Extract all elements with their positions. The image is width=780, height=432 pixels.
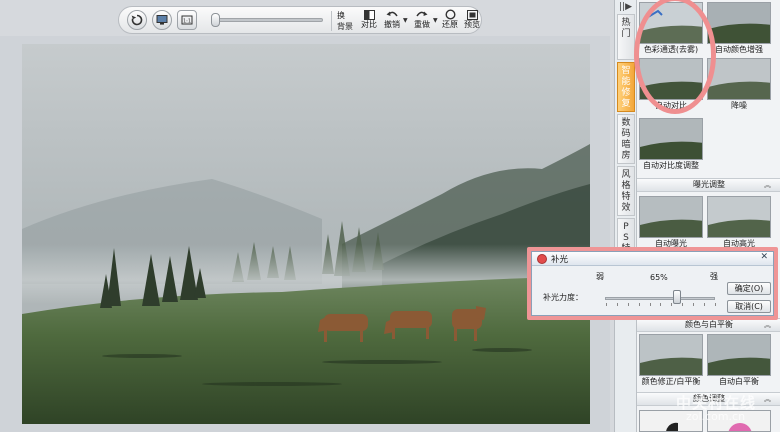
swap-background-button[interactable]: 换 背景 [335, 9, 355, 33]
top-toolbar: 1:1 换 背景 对比 撤销 ▼ 重做 ▼ 还原 预览 [118, 6, 482, 34]
svg-text:1:1: 1:1 [183, 18, 191, 24]
monitor-button[interactable] [152, 10, 172, 30]
redo-icon [416, 9, 428, 20]
slider-min-label: 弱 [596, 272, 604, 281]
zoom-slider-knob[interactable] [211, 13, 220, 27]
effect-thumbnail [639, 196, 703, 238]
tab-digital-darkroom[interactable]: 数 码 暗 房 [617, 114, 635, 164]
tab-popular[interactable]: 热 门 [617, 14, 635, 60]
effect-thumbnail [707, 196, 771, 238]
actual-size-icon: 1:1 [181, 15, 193, 25]
fill-light-dialog: 补光 ✕ 弱 65% 强 补光力度： 确定(O) 取消(C) [531, 251, 774, 316]
effect-denoise[interactable]: 降噪 [707, 58, 771, 112]
monitor-icon [156, 15, 168, 25]
tab-popular-label: 热 门 [621, 18, 631, 39]
restore-label: 还原 [442, 20, 458, 29]
redo-dropdown-icon[interactable]: ▼ [433, 17, 438, 24]
fill-strength-label: 补光力度： [543, 293, 583, 302]
swap-background-label: 换 背景 [337, 11, 353, 31]
effect-thumbnail [707, 58, 771, 100]
effect-thumbnail [707, 2, 771, 44]
effect-caption: 自动对比度调整 [643, 161, 699, 170]
section-exposure-title: 曝光调整 [693, 180, 725, 189]
collapse-chevron-icon[interactable]: ︽ [764, 393, 771, 405]
effect-caption: 自动颜色增强 [715, 45, 763, 54]
undo-dropdown-icon[interactable]: ▼ [403, 17, 408, 24]
dialog-title: 补光 [551, 255, 569, 265]
effect-auto-contrast-adjust[interactable]: 自动对比度调整 [639, 118, 703, 172]
fill-strength-slider-track[interactable] [605, 297, 715, 300]
undo-icon [386, 9, 398, 20]
collapse-chevron-icon[interactable]: ︽ [764, 319, 771, 331]
actual-size-button[interactable]: 1:1 [177, 10, 197, 30]
effect-auto-white-balance[interactable]: 自动白平衡 [707, 334, 771, 388]
slider-ticks [606, 303, 716, 306]
app-logo-icon [537, 254, 547, 264]
tab-smart-repair[interactable]: 智 能 修 复 [617, 62, 635, 112]
effect-auto-exposure[interactable]: 自动曝光 [639, 196, 703, 250]
undo-button[interactable]: 撤销 [381, 9, 403, 33]
effect-auto-highlight[interactable]: 自动高光 [707, 196, 771, 250]
watermark-url: zol.com.cn [686, 410, 746, 423]
compare-icon [363, 9, 375, 20]
redo-button[interactable]: 重做 [411, 9, 433, 33]
ok-button[interactable]: 确定(O) [727, 282, 771, 295]
effect-caption: 自动白平衡 [719, 377, 759, 386]
preview-button[interactable]: 预览 [462, 9, 482, 33]
slider-value-readout: 65% [650, 273, 668, 282]
close-icon[interactable]: ✕ [760, 252, 768, 262]
compare-label: 对比 [361, 20, 377, 29]
effect-caption: 颜色修正/白平衡 [641, 377, 701, 386]
effect-thumbnail [639, 118, 703, 160]
effect-color-correct-white-balance[interactable]: 颜色修正/白平衡 [639, 334, 703, 388]
restore-icon [444, 9, 456, 20]
photo-foggy-pasture[interactable] [22, 44, 590, 424]
undo-label: 撤销 [384, 20, 400, 29]
effect-auto-color-enhance[interactable]: 自动颜色增强 [707, 2, 771, 56]
collapse-chevron-icon[interactable]: ︽ [764, 179, 771, 191]
dialog-titlebar[interactable]: 补光 ✕ [532, 252, 773, 266]
cancel-button[interactable]: 取消(C) [727, 300, 771, 313]
toolbar-separator [331, 11, 332, 31]
rotate-icon [131, 14, 143, 26]
tab-smart-repair-label: 智 能 修 复 [621, 66, 631, 109]
restore-button[interactable]: 还原 [440, 9, 460, 33]
fill-strength-slider-thumb[interactable] [672, 290, 681, 304]
compare-button[interactable]: 对比 [359, 9, 379, 33]
rotate-button[interactable] [127, 10, 147, 30]
tab-style-effects-label: 风 格 特 效 [621, 170, 631, 213]
section-color-white-balance-title: 颜色与白平衡 [685, 320, 733, 329]
redo-label: 重做 [414, 20, 430, 29]
slider-max-label: 强 [710, 272, 718, 281]
tab-style-effects[interactable]: 风 格 特 效 [617, 166, 635, 216]
canvas-area [0, 36, 610, 432]
preview-label: 预览 [464, 20, 480, 29]
highlight-oval-annotation [634, 0, 716, 114]
tab-digital-darkroom-label: 数 码 暗 房 [621, 118, 631, 161]
effect-thumbnail [707, 334, 771, 376]
preview-icon [466, 9, 478, 20]
effect-thumbnail [639, 334, 703, 376]
category-tabs: ||▶ 热 门 智 能 修 复 数 码 暗 房 风 格 特 效 P S 特 效 [614, 0, 636, 432]
collapse-panel-icon[interactable]: ||▶ [619, 2, 632, 12]
effect-caption: 降噪 [731, 101, 747, 110]
zoom-slider-track[interactable] [211, 18, 323, 22]
section-color-white-balance[interactable]: 颜色与白平衡 ︽ [637, 318, 780, 332]
section-exposure[interactable]: 曝光调整 ︽ [637, 178, 780, 192]
photo-image [22, 44, 590, 424]
